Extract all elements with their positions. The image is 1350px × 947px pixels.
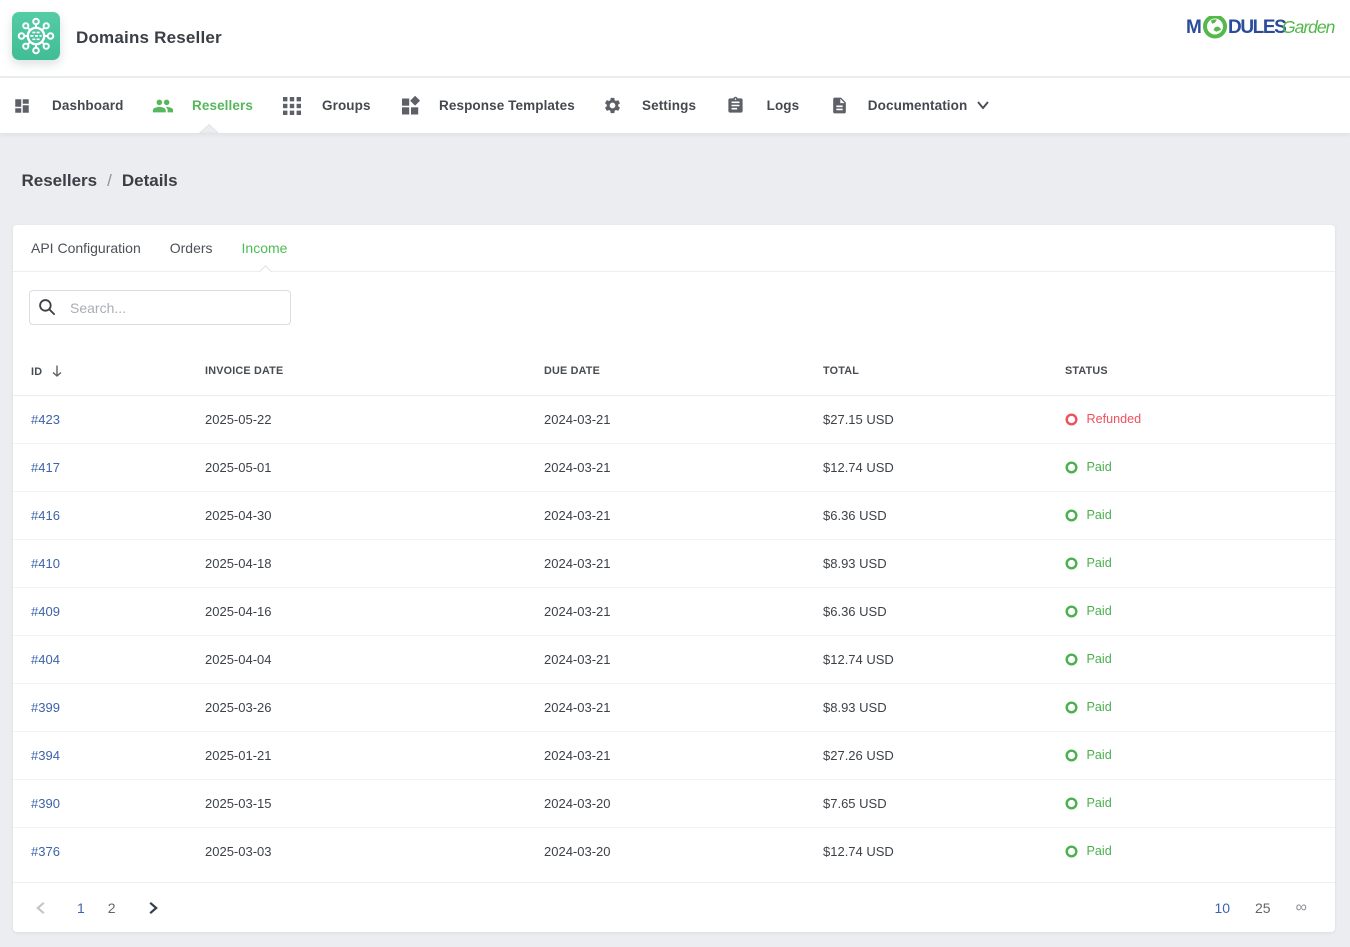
svg-text:Garden: Garden (1282, 17, 1335, 37)
svg-text:DULES: DULES (1228, 17, 1286, 38)
svg-text:M: M (1186, 17, 1202, 38)
